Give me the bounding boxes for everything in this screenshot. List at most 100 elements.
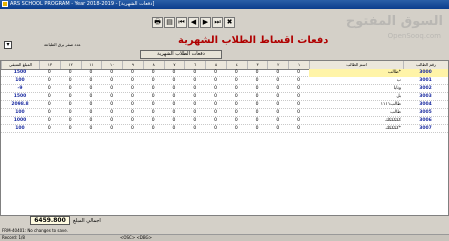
month-6-cell[interactable]: 0 [184, 93, 205, 101]
month-10-cell[interactable]: 0 [101, 101, 122, 109]
month-13-cell[interactable]: 0 [39, 69, 60, 77]
remaining-amount[interactable]: -9 [1, 85, 39, 93]
month-5-cell[interactable]: 0 [205, 125, 226, 133]
month-12-cell[interactable]: 0 [60, 93, 81, 101]
print-mode-checkbox[interactable]: ▾ [4, 41, 12, 49]
remaining-amount[interactable]: 1000 [1, 117, 39, 125]
month-13-cell[interactable]: 0 [39, 101, 60, 109]
student-name-cell[interactable]: طالب١١١١ [309, 101, 403, 109]
month-7-cell[interactable]: 0 [164, 117, 185, 125]
month-7-cell[interactable]: 0 [164, 93, 185, 101]
month-2-cell[interactable]: 0 [267, 125, 288, 133]
month-12-cell[interactable]: 0 [60, 101, 81, 109]
student-no-cell[interactable]: 3007 [403, 125, 448, 133]
month-1-cell[interactable]: 0 [288, 101, 309, 109]
month-6-cell[interactable]: 0 [184, 125, 205, 133]
month-2-cell[interactable]: 0 [267, 69, 288, 77]
month-1-cell[interactable]: 0 [288, 125, 309, 133]
month-3-cell[interactable]: 0 [247, 69, 268, 77]
month-3-cell[interactable]: 0 [247, 125, 268, 133]
table-row[interactable]: 100 0 0 0 0 0 0 0 0 0 0 0 0 0 طالب 3005 [1, 109, 448, 117]
table-row[interactable]: 1500 0 0 0 0 0 0 0 0 0 0 0 0 0 بل 3003 [1, 93, 448, 101]
month-1-cell[interactable]: 0 [288, 109, 309, 117]
close-button[interactable]: ✖ [224, 17, 235, 28]
remaining-amount[interactable]: 100 [1, 109, 39, 117]
next-record-button[interactable]: ▶ [200, 17, 211, 28]
month-9-cell[interactable]: 0 [122, 101, 143, 109]
month-12-cell[interactable]: 0 [60, 125, 81, 133]
month-8-cell[interactable]: 0 [143, 85, 164, 93]
month-12-cell[interactable]: 0 [60, 69, 81, 77]
month-6-cell[interactable]: 0 [184, 109, 205, 117]
month-8-cell[interactable]: 0 [143, 125, 164, 133]
month-2-cell[interactable]: 0 [267, 117, 288, 125]
month-5-cell[interactable]: 0 [205, 101, 226, 109]
student-name-cell[interactable]: كككككك [309, 117, 403, 125]
month-9-cell[interactable]: 0 [122, 85, 143, 93]
month-13-cell[interactable]: 0 [39, 109, 60, 117]
month-2-cell[interactable]: 0 [267, 77, 288, 85]
month-4-cell[interactable]: 0 [226, 125, 247, 133]
month-13-cell[interactable]: 0 [39, 117, 60, 125]
month-10-cell[interactable]: 0 [101, 69, 122, 77]
month-5-cell[interactable]: 0 [205, 77, 226, 85]
student-name-cell[interactable]: طالب* [309, 69, 403, 77]
month-7-cell[interactable]: 0 [164, 85, 185, 93]
table-row[interactable]: 100 0 0 0 0 0 0 0 0 0 0 0 0 0 ب 3001 [1, 77, 448, 85]
month-8-cell[interactable]: 0 [143, 93, 164, 101]
month-6-cell[interactable]: 0 [184, 85, 205, 93]
remaining-amount[interactable]: 1500 [1, 93, 39, 101]
month-8-cell[interactable]: 0 [143, 117, 164, 125]
month-7-cell[interactable]: 0 [164, 109, 185, 117]
month-4-cell[interactable]: 0 [226, 69, 247, 77]
month-11-cell[interactable]: 0 [81, 101, 102, 109]
month-5-cell[interactable]: 0 [205, 117, 226, 125]
student-no-cell[interactable]: 3006 [403, 117, 448, 125]
month-7-cell[interactable]: 0 [164, 125, 185, 133]
month-2-cell[interactable]: 0 [267, 101, 288, 109]
month-2-cell[interactable]: 0 [267, 85, 288, 93]
print-button[interactable]: 🖶 [152, 17, 163, 28]
student-name-cell[interactable]: ب [309, 77, 403, 85]
month-7-cell[interactable]: 0 [164, 69, 185, 77]
month-11-cell[interactable]: 0 [81, 85, 102, 93]
month-1-cell[interactable]: 0 [288, 93, 309, 101]
month-13-cell[interactable]: 0 [39, 125, 60, 133]
student-no-cell[interactable]: 3002 [403, 85, 448, 93]
table-row[interactable]: 100 0 0 0 0 0 0 0 0 0 0 0 0 0 ككككك* 3007 [1, 125, 448, 133]
student-no-cell[interactable]: 3001 [403, 77, 448, 85]
month-4-cell[interactable]: 0 [226, 101, 247, 109]
student-no-cell[interactable]: 3005 [403, 109, 448, 117]
month-3-cell[interactable]: 0 [247, 85, 268, 93]
month-11-cell[interactable]: 0 [81, 117, 102, 125]
table-row[interactable]: -9 0 0 0 0 0 0 0 0 0 0 0 0 0 ونايا 3002 [1, 85, 448, 93]
month-11-cell[interactable]: 0 [81, 77, 102, 85]
month-5-cell[interactable]: 0 [205, 109, 226, 117]
month-12-cell[interactable]: 0 [60, 85, 81, 93]
month-11-cell[interactable]: 0 [81, 109, 102, 117]
month-1-cell[interactable]: 0 [288, 117, 309, 125]
month-9-cell[interactable]: 0 [122, 77, 143, 85]
month-1-cell[interactable]: 0 [288, 85, 309, 93]
last-record-button[interactable]: ⏭ [212, 17, 223, 28]
month-13-cell[interactable]: 0 [39, 93, 60, 101]
remaining-amount[interactable]: 100 [1, 77, 39, 85]
month-6-cell[interactable]: 0 [184, 117, 205, 125]
month-9-cell[interactable]: 0 [122, 93, 143, 101]
month-6-cell[interactable]: 0 [184, 101, 205, 109]
remaining-amount[interactable]: 2098.8 [1, 101, 39, 109]
month-10-cell[interactable]: 0 [101, 77, 122, 85]
month-3-cell[interactable]: 0 [247, 77, 268, 85]
remaining-amount[interactable]: 100 [1, 125, 39, 133]
month-4-cell[interactable]: 0 [226, 77, 247, 85]
month-9-cell[interactable]: 0 [122, 69, 143, 77]
student-no-cell[interactable]: 3003 [403, 93, 448, 101]
month-11-cell[interactable]: 0 [81, 93, 102, 101]
remaining-amount[interactable]: 1500 [1, 69, 39, 77]
student-no-cell[interactable]: 3004 [403, 101, 448, 109]
month-8-cell[interactable]: 0 [143, 77, 164, 85]
month-4-cell[interactable]: 0 [226, 85, 247, 93]
month-1-cell[interactable]: 0 [288, 77, 309, 85]
month-11-cell[interactable]: 0 [81, 69, 102, 77]
month-5-cell[interactable]: 0 [205, 93, 226, 101]
